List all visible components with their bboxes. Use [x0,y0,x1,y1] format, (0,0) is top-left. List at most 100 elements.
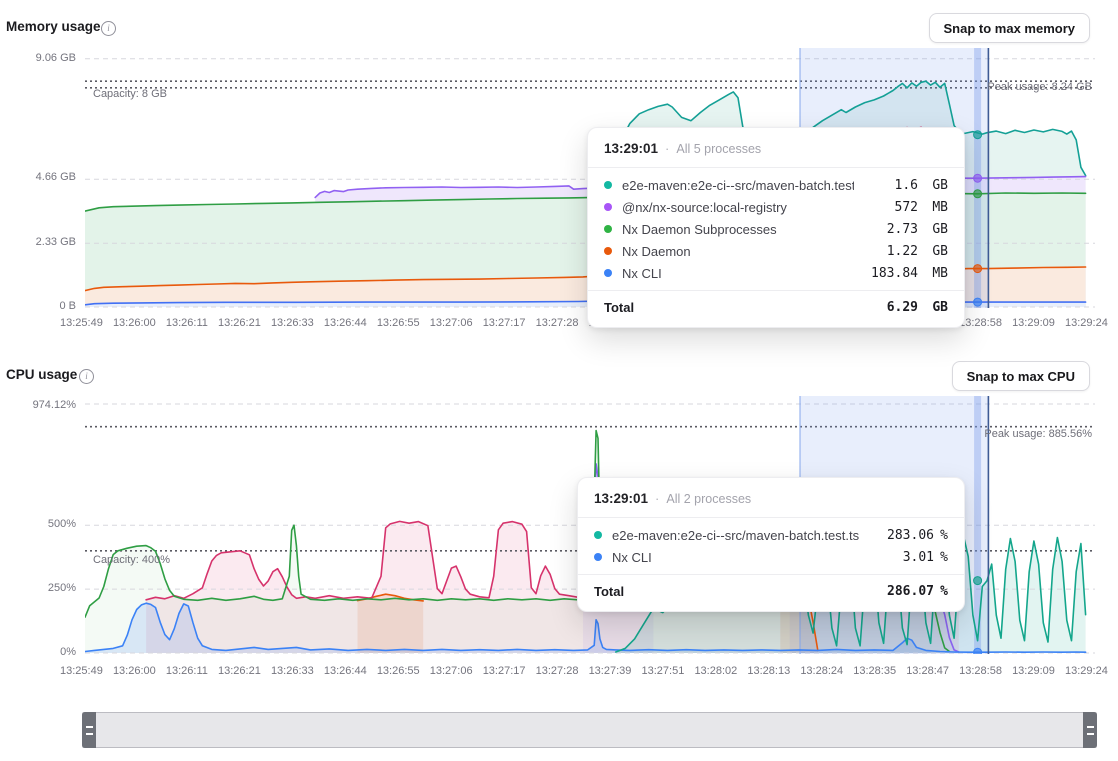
tooltip-row: Nx CLI183.84MB [604,262,948,284]
scrubber-track[interactable] [96,713,1083,747]
series-name: Nx Daemon [622,244,854,259]
snap-to-max-memory-button[interactable]: Snap to max memory [929,13,1091,43]
tooltip-header: 13:29:01 · All 5 processes [588,128,964,168]
x-axis-tick: 13:27:28 [536,665,579,677]
series-value: 3.01 [870,550,934,565]
cpu-x-axis: 13:25:4913:26:0013:26:1113:26:2113:26:33… [60,665,1108,677]
series-unit: MB [924,266,948,281]
series-name: Nx Daemon Subprocesses [622,222,854,237]
series-color-dot [594,553,602,561]
total-value: 286.07 [870,584,934,599]
hover-point [974,577,982,585]
tooltip-time: 13:29:01 [594,491,648,506]
x-axis-tick: 13:29:09 [1012,317,1055,329]
x-axis-tick: 13:26:44 [324,665,367,677]
x-axis-tick: 13:26:33 [271,665,314,677]
series-value: 1.22 [854,244,918,259]
tooltip-subtitle: All 2 processes [666,492,751,506]
series-color-dot [604,203,612,211]
tooltip-row: e2e-maven:e2e-ci--src/maven-batch.test.t… [594,524,948,546]
series-name: @nx/nx-source:local-registry [622,200,854,215]
memory-tooltip: 13:29:01 · All 5 processes e2e-maven:e2e… [587,127,965,328]
y-axis-tick: 0 B [59,300,76,312]
x-axis-tick: 13:27:39 [589,665,632,677]
tooltip-row: Nx CLI3.01% [594,546,948,568]
y-axis-tick: 4.66 GB [36,171,76,183]
x-axis-tick: 13:29:09 [1012,665,1055,677]
x-axis-tick: 13:27:51 [642,665,685,677]
series-color-dot [604,181,612,189]
hover-point [974,648,982,654]
tooltip-row: @nx/nx-source:local-registry572MB [604,196,948,218]
x-axis-tick: 13:26:00 [113,317,156,329]
series-name: Nx CLI [622,266,854,281]
series-unit: % [936,550,948,565]
x-axis-tick: 13:25:49 [60,665,103,677]
hover-point [974,190,982,198]
total-label: Total [594,584,870,599]
x-axis-tick: 13:26:21 [218,665,261,677]
tooltip-subtitle: All 5 processes [676,142,761,156]
x-axis-tick: 13:28:24 [800,665,843,677]
scrubber-handle-right[interactable] [1083,712,1097,748]
cpu-tooltip: 13:29:01 · All 2 processes e2e-maven:e2e… [577,477,965,612]
capacity-label: Capacity: 400% [93,554,170,566]
y-axis-tick: 500% [48,518,76,530]
series-color-dot [604,269,612,277]
x-axis-tick: 13:28:58 [959,665,1002,677]
hover-point [974,174,982,182]
scrubber-handle-left[interactable] [82,712,96,748]
x-axis-tick: 13:27:17 [483,317,526,329]
peak-usage-label: Peak usage: 8.24 GB [987,81,1092,93]
info-icon[interactable]: i [79,369,94,384]
y-axis-tick: 9.06 GB [36,52,76,64]
tooltip-row: Nx Daemon1.22 GB [604,240,948,262]
total-unit: % [936,584,948,599]
series-unit: GB [924,222,948,237]
y-axis-tick: 2.33 GB [36,236,76,248]
y-axis-tick: 974.12% [33,399,76,411]
x-axis-tick: 13:28:47 [906,665,949,677]
series-unit: % [936,528,948,543]
y-axis-tick: 250% [48,582,76,594]
peak-usage-label: Peak usage: 885.56% [984,428,1092,440]
x-axis-tick: 13:28:58 [959,317,1002,329]
series-color-dot [594,531,602,539]
snap-to-max-cpu-button[interactable]: Snap to max CPU [952,361,1090,391]
total-label: Total [604,300,854,315]
total-value: 6.29 [854,300,918,315]
tooltip-rows: e2e-maven:e2e-ci--src/maven-batch.test.t… [588,168,964,290]
series-name: e2e-maven:e2e-ci--src/maven-batch.test.t… [612,528,870,543]
timeline-scrubber[interactable] [82,712,1097,748]
x-axis-tick: 13:26:21 [218,317,261,329]
x-axis-tick: 13:26:44 [324,317,367,329]
x-axis-tick: 13:27:17 [483,665,526,677]
x-axis-tick: 13:28:35 [853,665,896,677]
series-name: Nx CLI [612,550,870,565]
x-axis-tick: 13:28:02 [694,665,737,677]
series-color-dot [604,247,612,255]
info-icon[interactable]: i [101,21,116,36]
hover-point [974,265,982,273]
memory-chart-title: Memory usage [6,19,101,34]
x-axis-tick: 13:29:24 [1065,665,1108,677]
series-name: e2e-maven:e2e-ci--src/maven-batch.test.t… [622,178,854,193]
series-color-dot [604,225,612,233]
series-unit: GB [924,244,948,259]
x-axis-tick: 13:26:55 [377,665,420,677]
tooltip-header: 13:29:01 · All 2 processes [578,478,964,518]
total-unit: GB [924,300,948,315]
tooltip-time: 13:29:01 [604,141,658,156]
cpu-chart-title: CPU usage [6,367,77,382]
series-value: 283.06 [870,528,934,543]
hover-point [974,298,982,306]
series-unit: GB [924,178,948,193]
x-axis-tick: 13:27:06 [430,317,473,329]
series-value: 1.6 [854,178,918,193]
x-axis-tick: 13:26:00 [113,665,156,677]
series-unit: MB [924,200,948,215]
hover-point [974,131,982,139]
tooltip-rows: e2e-maven:e2e-ci--src/maven-batch.test.t… [578,518,964,574]
separator-dot: · [665,141,669,156]
series-value: 2.73 [854,222,918,237]
